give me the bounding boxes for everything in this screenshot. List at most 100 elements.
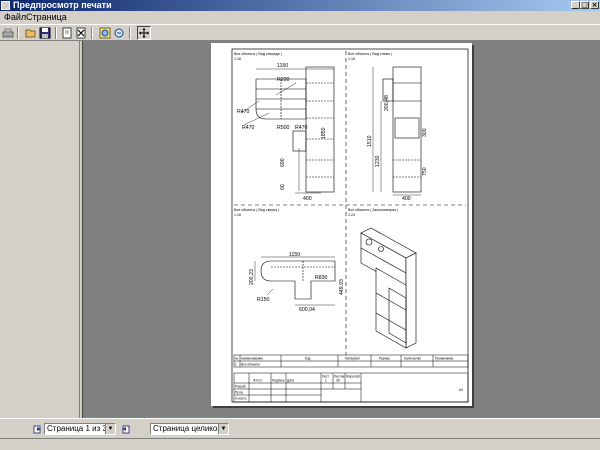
dim-label: 200,23 [249,269,255,285]
toolbar-separator [91,27,93,39]
print-page: Все объекты ( Вид спереди ) 1:16 Все объ… [211,43,472,406]
maximize-button[interactable]: □ [580,1,589,9]
dim-label: 300 [422,128,428,137]
menu-page[interactable]: Страница [26,12,67,22]
minimize-button[interactable]: _ [571,1,580,9]
stamp-value: 39 [336,379,340,383]
status-strip [0,438,600,450]
save-icon [39,27,51,39]
dim-label: R830 [315,275,328,281]
dim-label: 449,93 [339,279,345,295]
page-thumbnails-panel [0,41,80,418]
table-header: № [235,357,239,361]
dim-label: 1510 [367,135,373,147]
table-cell: Все объекты [241,363,261,367]
menu-file[interactable]: Файл [4,12,26,22]
open-icon [25,29,36,38]
stamp-header: Масштаб [346,375,360,379]
toolbar-separator [129,27,131,39]
dim-label: R470 [237,109,250,115]
toolbar [0,24,600,41]
dim-label: 1150 [277,63,288,69]
drawing-sheet: Все объекты ( Вид спереди ) 1:16 Все объ… [231,48,469,403]
dim-label: 400 [402,196,411,202]
spec-table-text: № Наименование Код Материал Размер Колич… [235,357,454,367]
dim-label: 1230 [375,155,381,167]
page-selector[interactable]: Страница 1 из 39 ▼ [44,423,116,435]
view-title-front: Все объекты ( Вид спереди ) [234,52,282,56]
title-bar: Предпросмотр печати _ □ × [0,0,600,11]
zoom-in-button[interactable] [99,27,111,39]
side-view-dimensions: 200,48 1510 300 1230 750 400 [367,95,428,202]
pan-icon [139,28,149,38]
view-title-side: Все объекты ( Вид слева ) [348,52,392,56]
zoom-selector-value: Страница целиком [153,424,223,433]
page-setup-icon [62,27,72,39]
zoom-out-icon [114,28,124,38]
page-selector-value: Страница 1 из 39 [47,424,112,433]
prev-page-icon[interactable] [33,424,43,434]
close-button[interactable]: × [590,1,599,9]
dim-label: 1850 [321,127,327,139]
dim-label: 750 [422,167,428,176]
pan-button[interactable] [137,26,151,40]
close-doc-button[interactable] [75,27,87,39]
page-setup-button[interactable] [61,27,73,39]
front-view-dimensions: 1150 R200 R470 R470 R500 R470 1850 690 6… [237,63,327,202]
stamp-role: Н.контр. [235,397,247,401]
print-icon [2,28,14,38]
dim-label: R500 [277,125,290,131]
dim-label: 200,48 [384,95,390,111]
stamp-header: Ф.И.О. [253,379,263,383]
stamp-header: Дата [287,379,294,383]
open-button[interactable] [25,27,37,39]
isometric-view [360,227,417,349]
dim-label: 400 [303,196,312,202]
toolbar-separator [55,27,57,39]
window-title: Предпросмотр печати [13,0,112,10]
dim-label: 690 [280,158,286,167]
navigation-bar: Страница 1 из 39 ▼ Страница целиком ▼ [0,418,600,438]
table-header: Материал [345,357,360,361]
dim-label: R470 [295,125,308,131]
stamp-role: Пров. [235,391,244,395]
dim-label: R470 [242,125,255,131]
side-view [372,66,422,196]
stamp-header: Подпись [272,379,285,383]
dim-label: 60 [280,184,286,190]
dim-label: 1150 [289,252,300,258]
zoom-out-button[interactable] [113,27,125,39]
table-cell: 1 [235,363,237,367]
zoom-selector-arrow[interactable]: ▼ [218,424,228,434]
stamp-role: Разраб. [235,385,247,389]
dim-label: 600,04 [299,307,315,313]
next-page-icon[interactable] [120,424,130,434]
view-scale-front: 1:16 [234,57,241,61]
stamp-format: А4 [459,388,463,392]
table-header: Количество [404,357,421,361]
table-header: Наименование [241,357,263,361]
stamp-value: 1 [325,379,327,383]
page-selector-arrow[interactable]: ▼ [105,424,115,434]
view-scale-side: 1:16 [348,57,355,61]
dim-label: R200 [277,77,290,83]
title-block-text: Лист Листов Масштаб 1 39 Ф.И.О. Подпись … [235,375,463,401]
table-header: Примечание [435,357,454,361]
zoom-in-icon [99,27,111,39]
table-header: Код [305,357,311,361]
print-button[interactable] [2,27,14,39]
table-header: Размер [379,357,390,361]
dim-label: R150 [257,297,270,303]
view-scale-iso: 1:24 [348,213,355,217]
toolbar-separator [17,27,19,39]
view-scale-top: 1:16 [234,213,241,217]
preview-area[interactable]: Все объекты ( Вид спереди ) 1:16 Все объ… [83,41,600,418]
sheet-frame [231,48,469,403]
close-doc-icon [76,27,86,39]
save-button[interactable] [39,27,51,39]
app-icon [1,1,10,10]
view-title-top: Все объекты ( Вид сверху ) [234,208,279,212]
view-title-iso: Все объекты ( Аксонометрия ) [348,208,398,212]
zoom-selector[interactable]: Страница целиком ▼ [150,423,229,435]
menu-bar: Файл Страница [0,11,600,23]
